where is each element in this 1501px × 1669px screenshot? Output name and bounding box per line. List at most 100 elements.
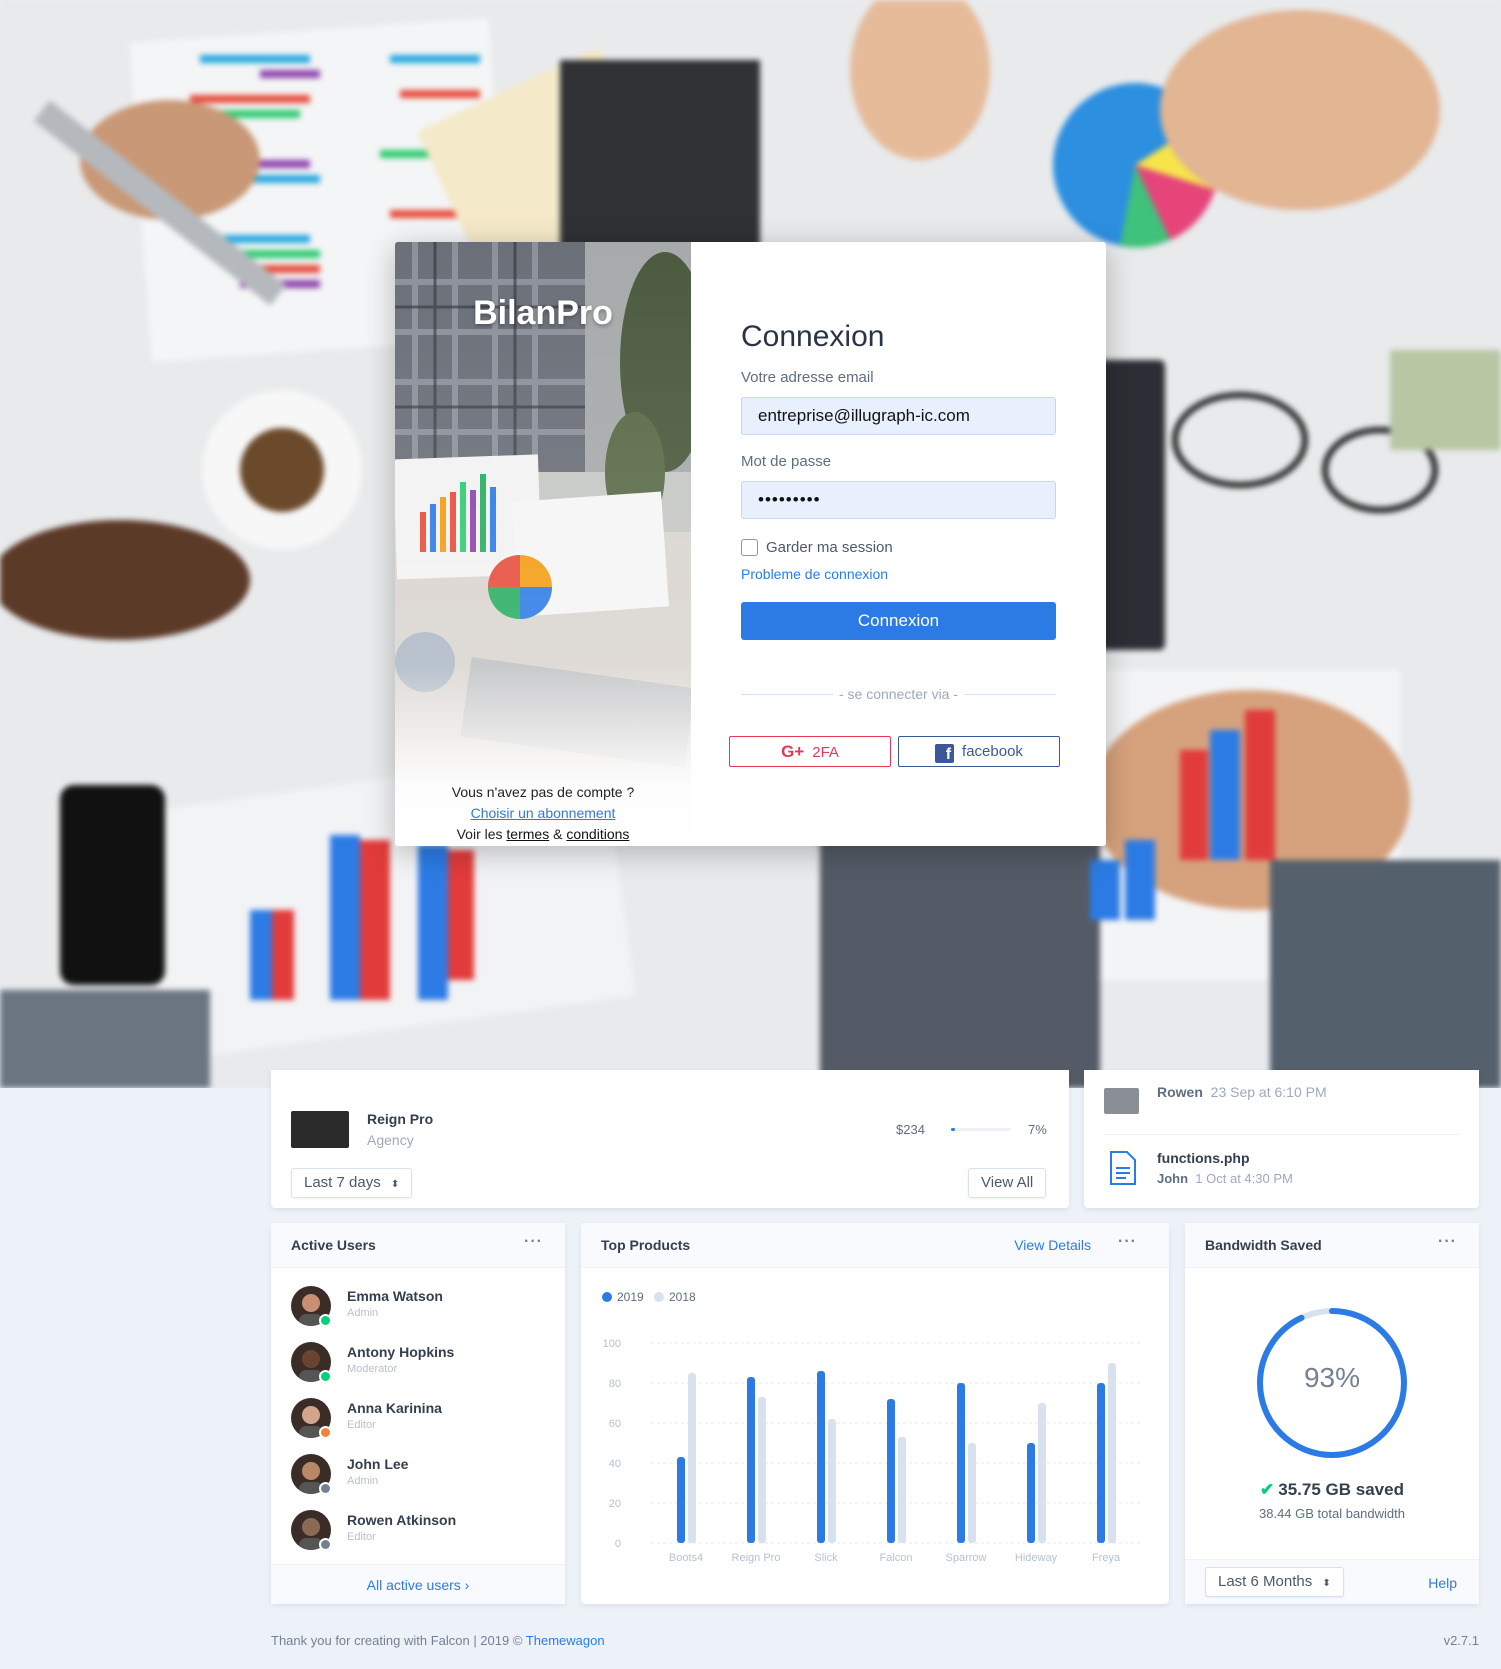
y-tick-label: 40 — [609, 1458, 621, 1470]
bar-2018-sparrow — [968, 1443, 976, 1543]
sort-icon: ⬍ — [390, 1179, 400, 1190]
bar-2019-falcon — [887, 1399, 895, 1543]
bar-2019-reign-pro — [747, 1377, 755, 1543]
file-time-1: 23 Sep at 6:10 PM — [1210, 1084, 1327, 1100]
login-side-panel: BilanPro Vous n'avez pas de compte ? Cho… — [395, 242, 691, 846]
file-author-2: John — [1157, 1171, 1189, 1186]
themewagon-link[interactable]: Themewagon — [526, 1633, 605, 1648]
password-field[interactable]: ••••••••• — [741, 481, 1056, 519]
facebook-button[interactable]: f facebook — [898, 736, 1060, 767]
y-tick-label: 100 — [603, 1338, 621, 1350]
panel-header: Active Users ··· — [271, 1223, 565, 1268]
files-panel: Rowen 23 Sep at 6:10 PM functions.php Jo… — [1084, 1070, 1479, 1208]
y-tick-label: 0 — [615, 1538, 621, 1550]
saved-text: 35.75 GB saved — [1278, 1480, 1404, 1499]
file-meta-1: Rowen 23 Sep at 6:10 PM — [1157, 1084, 1327, 1100]
project-name: Reign Pro — [367, 1111, 434, 1127]
email-field[interactable]: entreprise@illugraph-ic.com — [741, 397, 1056, 435]
project-progress — [951, 1128, 1011, 1131]
terms-link[interactable]: termes — [506, 826, 549, 842]
x-tick-label: Slick — [814, 1552, 838, 1564]
legend-marker-2019 — [602, 1292, 612, 1302]
facebook-icon: f — [935, 744, 955, 763]
bar-2019-boots4 — [677, 1457, 685, 1543]
more-menu-icon[interactable]: ··· — [1118, 1233, 1137, 1251]
view-all-button[interactable]: View All — [968, 1168, 1047, 1198]
bar-2018-hideway — [1038, 1403, 1046, 1543]
gauge-percent: 93% — [1303, 1362, 1361, 1393]
bar-2018-freya — [1108, 1363, 1116, 1543]
image-thumbnail — [1104, 1088, 1139, 1114]
bandwidth-panel: Bandwidth Saved ··· 93% ✔ 35.75 GB saved … — [1185, 1223, 1479, 1604]
range-select-6months[interactable]: Last 6 Months ⬍ — [1205, 1567, 1344, 1597]
user-name: Rowen Atkinson — [347, 1512, 457, 1528]
terms-line: Voir les termes & conditions — [395, 824, 691, 845]
project-progress-fill — [951, 1128, 956, 1131]
more-menu-icon[interactable]: ··· — [524, 1233, 543, 1251]
password-label: Mot de passe — [741, 453, 832, 470]
user-name: Antony Hopkins — [347, 1344, 455, 1360]
project-percent: 7% — [1028, 1122, 1047, 1137]
project-amount: $234 — [896, 1122, 925, 1137]
total-bandwidth: 38.44 GB total bandwidth — [1259, 1506, 1405, 1521]
user-role: Admin — [347, 1475, 379, 1487]
users-footer: All active users › — [271, 1564, 565, 1604]
google-2fa-button[interactable]: G+ 2FA — [729, 736, 891, 767]
brand-logo: BilanPro — [473, 294, 613, 332]
google-plus-icon: G+ — [781, 742, 805, 761]
status-dot — [319, 1482, 332, 1495]
top-products-chart: 2019 2018 0 20 40 60 80 100 Boots4 Reign Pro Slick… — [602, 1290, 1141, 1564]
remember-checkbox[interactable] — [741, 539, 758, 556]
x-tick-label: Hideway — [1015, 1552, 1058, 1564]
bar-2019-freya — [1097, 1383, 1105, 1543]
bar-2019-sparrow — [957, 1383, 965, 1543]
x-tick-label: Boots4 — [669, 1552, 703, 1564]
project-sub: Agency — [367, 1132, 414, 1148]
facebook-label: facebook — [962, 743, 1023, 760]
legend-marker-2018 — [654, 1292, 664, 1302]
user-name: Anna Karinina — [347, 1400, 442, 1416]
y-tick-label: 20 — [609, 1498, 621, 1510]
forgot-password-link[interactable]: Probleme de connexion — [741, 566, 888, 582]
signup-block: Vous n'avez pas de compte ? Choisir un a… — [395, 782, 691, 845]
remember-label: Garder ma session — [766, 539, 893, 556]
user-role: Moderator — [347, 1363, 398, 1375]
bar-2018-boots4 — [688, 1373, 696, 1543]
google-2fa-label: 2FA — [812, 744, 839, 761]
file-divider — [1104, 1134, 1459, 1135]
status-dot — [319, 1370, 332, 1383]
x-tick-label: Falcon — [879, 1552, 912, 1564]
email-label: Votre adresse email — [741, 369, 874, 386]
login-card: BilanPro Vous n'avez pas de compte ? Cho… — [395, 242, 1106, 846]
version-label: v2.7.1 — [1443, 1633, 1479, 1648]
view-details-link[interactable]: View Details — [1014, 1237, 1091, 1253]
footer-credit: Thank you for creating with Falcon | 201… — [271, 1633, 605, 1648]
panel-header: Bandwidth Saved ··· — [1185, 1223, 1479, 1268]
bar-2018-reign-pro — [758, 1397, 766, 1543]
user-name: John Lee — [347, 1456, 409, 1472]
divider-text-wrap: - se connecter via - — [741, 686, 1056, 704]
divider-text: - se connecter via - — [832, 686, 965, 702]
login-title: Connexion — [741, 320, 885, 353]
no-account-text: Vous n'avez pas de compte ? — [451, 784, 635, 800]
check-icon: ✔ — [1260, 1480, 1275, 1499]
status-dot — [319, 1314, 332, 1327]
panel-title: Active Users — [291, 1237, 376, 1253]
panel-title: Bandwidth Saved — [1205, 1237, 1322, 1253]
file-author-1: Rowen — [1157, 1084, 1203, 1100]
more-menu-icon[interactable]: ··· — [1438, 1233, 1457, 1251]
file-meta-2: John 1 Oct at 4:30 PM — [1157, 1171, 1293, 1186]
file-name-2[interactable]: functions.php — [1157, 1150, 1250, 1166]
projects-panel: Reign Pro Agency $234 7% Last 7 days ⬍ V… — [271, 1070, 1069, 1208]
help-link[interactable]: Help — [1428, 1575, 1457, 1591]
active-users-panel: Active Users ··· Emma Watson Admin Antony … — [271, 1223, 565, 1604]
bandwidth-footer: Last 6 Months ⬍ Help — [1185, 1559, 1479, 1604]
file-icon — [1110, 1151, 1136, 1185]
range-select-7days[interactable]: Last 7 days ⬍ — [291, 1168, 413, 1198]
all-active-users-link[interactable]: All active users › — [367, 1577, 470, 1593]
subscribe-link[interactable]: Choisir un abonnement — [471, 805, 616, 821]
conditions-link[interactable]: conditions — [566, 826, 629, 842]
login-submit-button[interactable]: Connexion — [741, 602, 1056, 640]
range-select-label: Last 6 Months — [1218, 1573, 1313, 1590]
x-tick-label: Reign Pro — [732, 1552, 781, 1564]
